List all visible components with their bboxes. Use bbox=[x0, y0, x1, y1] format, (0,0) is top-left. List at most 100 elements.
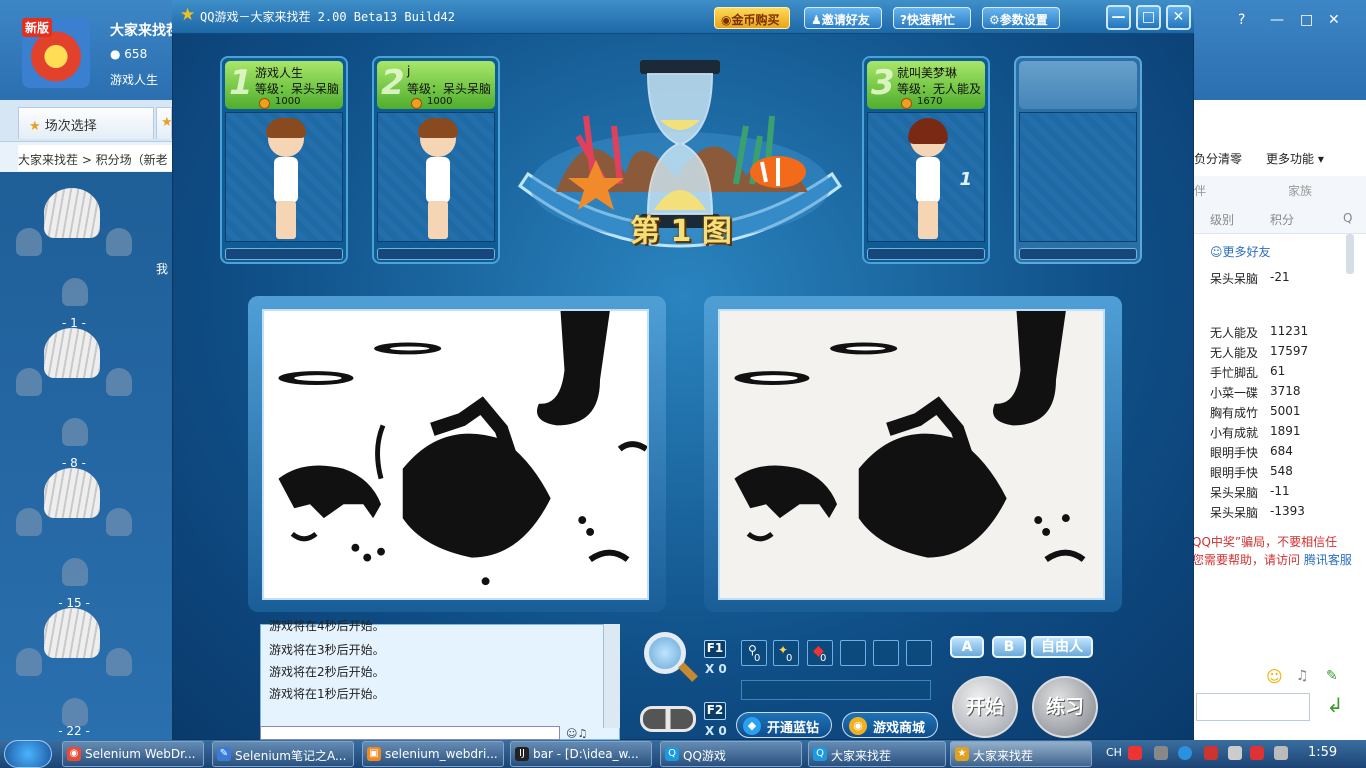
rank-level: 手忙脚乱 bbox=[1210, 366, 1259, 380]
rank-row[interactable]: 无人能及 17597 bbox=[1210, 344, 1360, 364]
settings-button[interactable]: ⚙参数设置 bbox=[982, 7, 1060, 29]
chat-input[interactable] bbox=[260, 726, 560, 740]
emoji-icon[interactable]: ☺♫ bbox=[566, 727, 587, 740]
rank-row[interactable]: 眼明手快 684 bbox=[1210, 444, 1360, 464]
more-functions-link[interactable]: 更多功能 ▾ bbox=[1266, 150, 1324, 167]
player-card[interactable]: 1 游戏人生 等级：呆头呆脑 1000 bbox=[220, 56, 348, 264]
security-icon[interactable] bbox=[1204, 746, 1218, 760]
rank-scrollbar[interactable] bbox=[1346, 234, 1354, 274]
maximize-button[interactable]: □ bbox=[1136, 5, 1161, 30]
maximize-icon[interactable]: □ bbox=[1300, 12, 1313, 28]
col-score: 积分 bbox=[1270, 213, 1295, 227]
minimize-icon[interactable]: — bbox=[1270, 12, 1284, 28]
player-name: 游戏人生 bbox=[255, 66, 304, 80]
task-game-lobby[interactable]: Q 大家来找茬 bbox=[808, 741, 946, 767]
game-shop-button[interactable]: ◉ 游戏商城 bbox=[842, 712, 938, 738]
task-game-window[interactable]: ★ 大家来找茬 bbox=[950, 741, 1092, 767]
clock[interactable]: 1:59 bbox=[1308, 745, 1337, 760]
rank-row[interactable]: 眼明手快 548 bbox=[1210, 464, 1360, 484]
rank-score: 61 bbox=[1270, 364, 1286, 378]
close-icon[interactable]: ✕ bbox=[1328, 12, 1340, 28]
sync-icon[interactable] bbox=[1228, 746, 1242, 760]
input-language[interactable]: CH bbox=[1106, 746, 1122, 759]
tab-family[interactable]: 家族 bbox=[1288, 182, 1312, 199]
edit-icon[interactable]: ✎ bbox=[1326, 668, 1338, 684]
rank-score: -11 bbox=[1270, 484, 1290, 498]
tray-icon[interactable] bbox=[1154, 746, 1168, 760]
rank-row[interactable]: 手忙脚乱 61 bbox=[1210, 364, 1360, 384]
coin-icon bbox=[411, 98, 422, 109]
rank-row[interactable]: 呆头呆脑 -21 bbox=[1210, 270, 1360, 290]
rank-row[interactable]: 无人能及 11231 bbox=[1210, 324, 1360, 344]
player-level: 等级：无人能及 bbox=[897, 82, 982, 96]
signal-icon[interactable] bbox=[1274, 746, 1288, 760]
start-button[interactable]: 开始 bbox=[952, 676, 1018, 738]
tool-slot[interactable] bbox=[906, 640, 932, 666]
player-level: 等级：呆头呆脑 bbox=[255, 82, 340, 96]
tool-slot[interactable] bbox=[840, 640, 866, 666]
tool-gift[interactable]: ◆ 0 bbox=[807, 640, 833, 666]
task-idea[interactable]: IJ bar - [D:\idea_w... bbox=[510, 741, 652, 767]
player-score: 1000 bbox=[427, 96, 453, 107]
tab-partner[interactable]: 伴 bbox=[1194, 182, 1206, 199]
rank-score: 548 bbox=[1270, 464, 1293, 478]
table-slot[interactable]: - 8 - bbox=[14, 328, 164, 470]
mode-a-button[interactable]: A bbox=[950, 636, 984, 658]
buy-coins-button[interactable]: ◉金币购买 bbox=[714, 7, 790, 29]
table-slot[interactable]: - 15 - bbox=[14, 468, 164, 610]
lobby-chat-input[interactable] bbox=[1196, 693, 1310, 721]
send-icon[interactable]: ↲ bbox=[1320, 693, 1350, 721]
tool-slot[interactable] bbox=[873, 640, 899, 666]
left-puzzle-image[interactable] bbox=[262, 309, 649, 600]
quick-help-button[interactable]: ?快速帮忙 bbox=[893, 7, 971, 29]
tool-hint[interactable]: ✦ 0 bbox=[773, 640, 799, 666]
rank-row[interactable]: 胸有成竹 5001 bbox=[1210, 404, 1360, 424]
mute-icon[interactable] bbox=[1250, 746, 1264, 760]
start-menu-button[interactable] bbox=[4, 740, 52, 768]
player-card[interactable]: 2 j 等级：呆头呆脑 1000 bbox=[372, 56, 500, 264]
new-version-badge: 新版 bbox=[22, 18, 53, 37]
rank-row[interactable]: 呆头呆脑 -1393 bbox=[1210, 504, 1360, 524]
player-card[interactable]: 3 就叫美梦琳 等级：无人能及 1670 1 bbox=[862, 56, 990, 264]
tab-room-select[interactable]: ★ 场次选择 bbox=[18, 107, 154, 139]
right-puzzle-image[interactable] bbox=[718, 309, 1105, 600]
invite-friends-button[interactable]: ♟邀请好友 bbox=[804, 7, 882, 29]
practice-button[interactable]: 练习 bbox=[1032, 676, 1098, 738]
coin-icon: ◉ bbox=[721, 13, 732, 27]
table-slot[interactable]: - 1 - bbox=[14, 188, 164, 330]
task-selenium-notes[interactable]: ✎ Selenium笔记之A... bbox=[212, 741, 354, 767]
help-icon[interactable]: ? bbox=[1238, 12, 1245, 28]
hourglass-icon bbox=[640, 60, 720, 228]
help-notice: 您需要帮助，请访问 腾讯客服 bbox=[1192, 553, 1352, 567]
chat-scrollbar[interactable] bbox=[603, 624, 620, 728]
close-button[interactable]: ✕ bbox=[1166, 5, 1191, 30]
empty-seat[interactable] bbox=[1014, 56, 1142, 264]
rank-row[interactable]: 小菜一碟 3718 bbox=[1210, 384, 1360, 404]
rank-row[interactable]: 呆头呆脑 -11 bbox=[1210, 484, 1360, 504]
star-icon: ★ bbox=[29, 119, 45, 134]
emoji-icon[interactable]: ☺ bbox=[1266, 667, 1283, 686]
mode-b-button[interactable]: B bbox=[992, 636, 1026, 658]
glasses-icon[interactable] bbox=[640, 706, 696, 732]
more-friends-link[interactable]: ☺更多好友 bbox=[1210, 243, 1271, 260]
rank-row[interactable]: 小有成就 1891 bbox=[1210, 424, 1360, 444]
task-qq-game[interactable]: Q QQ游戏 bbox=[660, 741, 802, 767]
blue-diamond-button[interactable]: ◆ 开通蓝钻 bbox=[736, 712, 832, 738]
clear-negative-link[interactable]: 负分清零 bbox=[1194, 150, 1242, 167]
rank-level: 无人能及 bbox=[1210, 346, 1259, 360]
sound-icon[interactable]: ♫ bbox=[1296, 668, 1309, 684]
breadcrumb[interactable]: 大家来找茬 > 积分场（新老 bbox=[18, 145, 178, 171]
ime-icon[interactable] bbox=[1128, 746, 1142, 760]
minimize-button[interactable]: — bbox=[1106, 5, 1131, 30]
task-selenium-webdriver[interactable]: ▣ selenium_webdri... bbox=[362, 741, 504, 767]
support-link[interactable]: 腾讯客服 bbox=[1304, 553, 1352, 567]
rank-level: 小有成就 bbox=[1210, 426, 1259, 440]
player-score: 1000 bbox=[275, 96, 301, 107]
tool-magnifier[interactable]: ⚲ 0 bbox=[741, 640, 767, 666]
player-progress bbox=[377, 248, 495, 260]
network-icon[interactable] bbox=[1178, 746, 1192, 760]
task-chrome[interactable]: ◉ Selenium WebDr... bbox=[62, 741, 204, 767]
free-player-button[interactable]: 自由人 bbox=[1031, 636, 1093, 658]
table-slot[interactable]: - 22 - bbox=[14, 608, 164, 748]
tab-score[interactable]: ★ bbox=[156, 107, 173, 139]
